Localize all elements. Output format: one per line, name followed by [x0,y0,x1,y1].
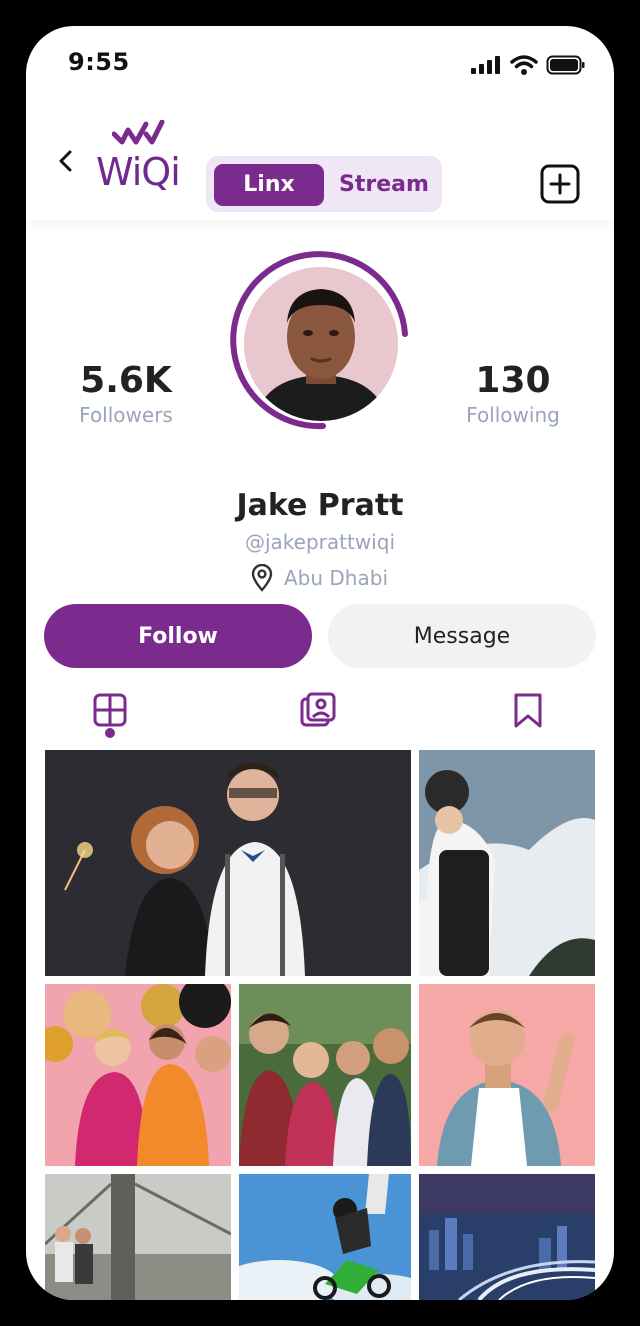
grid-photo-man-pointing[interactable] [419,984,595,1166]
grid-photo-party-couple[interactable] [45,750,411,976]
grid-photo-motocross[interactable] [239,1174,411,1300]
follow-button[interactable]: Follow [44,604,312,668]
app-header: WiQi Linx Stream [26,106,614,220]
location-text: Abu Dhabi [284,566,388,590]
message-button[interactable]: Message [328,604,596,668]
following-stat[interactable]: 130 Following [433,360,593,427]
avatar[interactable] [227,250,417,440]
tab-linx[interactable]: Linx [214,164,324,206]
profile-location: Abu Dhabi [250,564,388,592]
avatar-photo [244,267,398,421]
back-arrow-icon[interactable] [54,146,78,176]
profile-name: Jake Pratt [236,488,404,523]
signal-icon [471,56,500,74]
phone-screen: 9:55 WiQi Linx Stream 5.6K Followers 130… [26,26,614,1300]
status-icons [470,54,586,76]
tab-stream[interactable]: Stream [334,164,434,206]
status-bar: 9:55 [26,26,614,106]
followers-stat[interactable]: 5.6K Followers [46,360,206,427]
location-pin-icon [251,564,273,592]
wifi-icon [510,55,538,75]
logo-text: WiQi [96,150,181,194]
add-post-icon[interactable] [540,164,580,204]
wiqi-logo: WiQi [96,116,188,208]
content-tabs [26,686,614,746]
active-tab-indicator [105,728,115,738]
logo-mark-icon [112,120,165,145]
battery-icon [546,55,585,75]
grid-icon[interactable] [90,690,130,730]
profile-handle: @jakeprattwiqi [244,530,395,554]
following-label: Following [466,403,560,427]
grid-photo-snowboarder[interactable] [419,750,595,976]
following-count: 130 [475,360,551,401]
followers-label: Followers [79,403,173,427]
followers-count: 5.6K [80,360,172,401]
bookmark-icon[interactable] [508,690,548,730]
portrait-image [244,267,398,421]
status-time: 9:55 [68,48,130,76]
grid-photo-balloons[interactable] [45,984,231,1166]
grid-photo-bridge[interactable] [45,1174,231,1300]
gallery-icon[interactable] [298,690,338,730]
grid-photo-city-night[interactable] [419,1174,595,1300]
feed-toggle: Linx Stream [206,156,442,212]
grid-photo-friends[interactable] [239,984,411,1166]
